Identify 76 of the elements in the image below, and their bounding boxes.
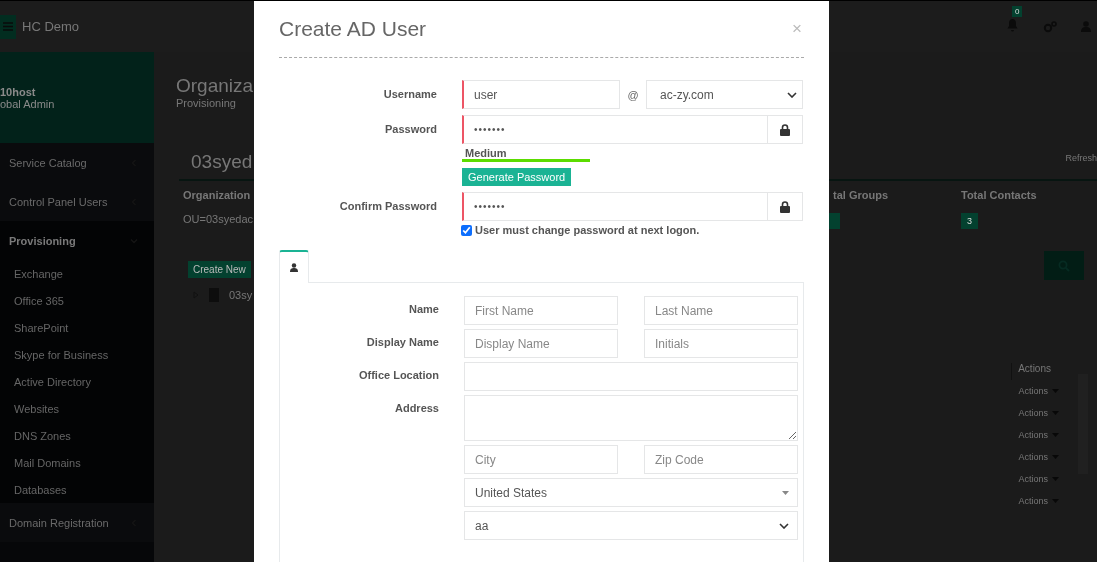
panel-title: 03syed [191,151,253,174]
field-label: Password [384,122,437,135]
text-field[interactable]: Initials [644,329,798,358]
close-button[interactable]: × [790,19,804,39]
text-field[interactable]: Display Name [464,329,618,358]
search-button[interactable] [1044,251,1084,280]
actions-dropdown[interactable]: Actions [1018,424,1059,446]
sidebar-subitem[interactable]: DNS Zones [0,422,154,449]
text-field[interactable] [464,362,798,391]
count-badge: 3 [961,213,978,229]
caret-icon [782,490,789,495]
text-field[interactable]: City [464,445,618,474]
sidebar-subitem[interactable]: SharePoint [0,314,154,341]
checkbox[interactable] [461,224,472,236]
user-icon [290,263,298,272]
actions-dropdown[interactable]: Actions [1018,446,1059,468]
sidebar-subitem[interactable]: Skype for Business [0,341,154,368]
actions-dropdown[interactable]: Actions [1018,402,1059,424]
generate-password-button[interactable]: Generate Password [462,168,572,186]
text-field[interactable]: First Name [464,296,618,325]
address-field[interactable] [464,395,798,441]
table-cell-text: OU=03syedac [183,213,254,225]
sidebar-item[interactable]: Provisioning [0,221,154,260]
menu-button[interactable] [0,14,16,39]
actions-dropdown[interactable]: Actions [1018,468,1059,490]
column-header: Organization [183,189,252,201]
field-label: Office Location [357,368,439,381]
refresh-link[interactable]: Refresh [1065,153,1097,179]
dialog-title: Create AD User [279,17,427,41]
sidebar-subitem[interactable]: Office 365 [0,287,154,314]
sidebar-subitem[interactable]: Active Directory [0,368,154,395]
sidebar-item[interactable]: Control Panel Users [0,182,154,221]
actions-dropdown[interactable]: Actions [1018,380,1059,402]
field-label: Address [393,401,439,414]
confirm-password-field[interactable]: ••••••• [462,192,768,221]
brand-name: HC Demo [22,19,80,34]
breadcrumb-link[interactable]: Provisioning [176,97,236,109]
column-header: Actions [1011,363,1059,380]
actions-dropdown[interactable]: Actions [1018,490,1059,512]
chevron-icon [779,522,789,529]
tree-item[interactable]: 03sy [229,289,253,301]
country-select[interactable]: United States [464,478,798,507]
sidebar-subitem[interactable]: Exchange [0,260,154,287]
sidebar-subitem[interactable]: Websites [0,395,154,422]
lock-button[interactable] [768,192,803,221]
field-label: Name [408,302,439,315]
notification-badge: 0 [1012,5,1023,17]
lock-button[interactable] [768,115,803,144]
page-title: Organiza [176,75,254,97]
dropdown[interactable]: aa [464,511,798,540]
sidebar-item[interactable]: Domain Registration [0,503,154,542]
lock-icon [780,123,790,136]
profile-role: obal Admin [0,97,56,110]
create-new-button[interactable]: Create New [188,261,251,278]
sidebar-subitem[interactable]: Databases [0,476,154,503]
user-tab[interactable] [279,250,309,283]
checkbox-label: User must change password at next logon. [475,224,700,236]
field-label: Display Name [365,335,439,348]
domain-select[interactable]: ac-zy.com [646,80,803,109]
password-field[interactable]: ••••••• [462,115,768,144]
at-sign: @ [626,88,640,101]
strength-label: Medium [465,147,508,159]
text-field[interactable]: Last Name [644,296,798,325]
lock-icon [780,200,790,213]
username-field[interactable]: user [462,80,620,109]
sidebar-item[interactable]: Service Catalog [0,143,154,182]
field-label: Confirm Password [338,199,437,212]
bell-icon[interactable] [1006,17,1019,32]
sidebar-subitem[interactable]: Mail Domains [0,449,154,476]
field-label: Username [382,87,437,100]
chevron-icon [787,91,797,98]
profile-name: 10host [0,85,37,98]
column-header: tal Groups [833,189,889,201]
menu-icon [3,22,13,31]
text-field[interactable]: Zip Code [644,445,798,474]
column-header: Total Contacts [961,189,1037,201]
